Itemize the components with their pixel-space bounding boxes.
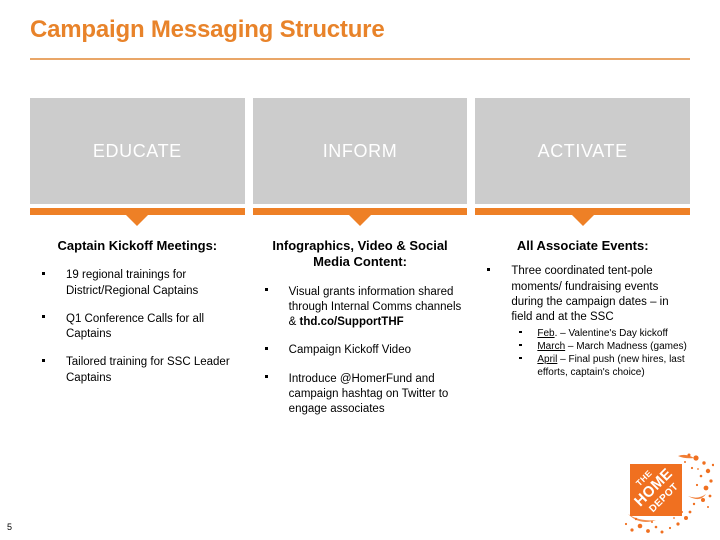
phase-band: EDUCATE INFORM ACTIVATE	[30, 98, 691, 226]
bullet-text: Campaign Kickoff Video	[288, 344, 411, 357]
bullet-text: Q1 Conference Calls for all Captains	[66, 312, 205, 341]
phase-arrow-educate	[126, 215, 149, 226]
list-item: 19 regional trainings for District/Regio…	[30, 268, 245, 299]
bullet-square-icon	[264, 375, 268, 379]
phase-cell-educate[interactable]: EDUCATE	[30, 98, 245, 226]
sub-bullet-month: Feb	[537, 328, 555, 340]
bullet-square-icon	[264, 287, 268, 291]
column-heading-inform: Infographics, Video & Social Media Conte…	[272, 238, 448, 270]
bullet-square-icon	[42, 271, 45, 275]
column-activate: All Associate Events: Three coordinated …	[475, 238, 690, 430]
list-item: Q1 Conference Calls for all Captains	[30, 312, 245, 343]
phase-bar-activate	[475, 208, 691, 215]
phase-bar-educate	[30, 208, 245, 215]
sub-bullet-text: – March Madness (games)	[565, 341, 687, 353]
list-item: April – Final push (new hires, last effo…	[511, 353, 690, 379]
phase-arrow-activate	[571, 215, 594, 226]
bullet-list-educate: 19 regional trainings for District/Regio…	[30, 268, 245, 386]
list-item: Introduce @HomerFund and campaign hashta…	[253, 372, 468, 418]
slide-canvas: Campaign Messaging Structure EDUCATE INF…	[0, 0, 720, 540]
phase-label-inform: INFORM	[322, 140, 398, 161]
bullet-text-link[interactable]: thd.co/SupportTHF	[300, 316, 404, 328]
bullet-square-icon	[519, 330, 522, 334]
page-number: 5	[7, 522, 13, 532]
sub-bullet-text: – Final push (new hires, last efforts, c…	[537, 354, 685, 379]
page-title: Campaign Messaging Structure	[30, 16, 385, 43]
phase-label-activate: ACTIVATE	[537, 140, 628, 161]
phase-arrow-inform	[349, 215, 371, 226]
bullet-text: 19 regional trainings for District/Regio…	[66, 269, 199, 297]
bullet-square-icon	[42, 315, 45, 319]
list-item: Tailored training for SSC Leader Captain…	[30, 355, 245, 386]
the-home-depot-logo: THE HOME DEPOT	[618, 452, 714, 538]
sub-bullet-month: March	[537, 341, 566, 353]
phase-cell-inform[interactable]: INFORM	[252, 98, 468, 226]
column-educate: Captain Kickoff Meetings: 19 regional tr…	[30, 238, 245, 430]
phase-bar-inform	[252, 208, 468, 215]
bullet-square-icon	[519, 343, 522, 347]
bullet-square-icon	[42, 358, 45, 362]
column-heading-educate: Captain Kickoff Meetings:	[57, 238, 218, 253]
phase-cell-activate[interactable]: ACTIVATE	[475, 98, 691, 226]
sub-bullet-list: Feb. – Valentine's Day kickoff March – M…	[511, 327, 690, 379]
bullet-square-icon	[487, 267, 491, 271]
bullet-text: Three coordinated tent-pole moments/ fun…	[511, 265, 669, 324]
bullet-text: Tailored training for SSC Leader Captain…	[66, 356, 230, 384]
bullet-square-icon	[264, 346, 268, 350]
list-item: Three coordinated tent-pole moments/ fun…	[475, 264, 690, 379]
bullet-list-activate: Three coordinated tent-pole moments/ fun…	[475, 264, 690, 379]
list-item: Visual grants information shared through…	[253, 285, 468, 331]
content-columns: Captain Kickoff Meetings: 19 regional tr…	[30, 238, 690, 430]
column-inform: Infographics, Video & Social Media Conte…	[253, 238, 468, 430]
column-heading-activate: All Associate Events:	[516, 238, 649, 253]
sub-bullet-month: April	[537, 354, 558, 366]
bullet-text: Introduce @HomerFund and campaign hashta…	[288, 372, 449, 416]
phase-label-educate: EDUCATE	[92, 140, 182, 161]
list-item: March – March Madness (games)	[511, 340, 690, 353]
bullet-list-inform: Visual grants information shared through…	[253, 285, 468, 418]
list-item: Campaign Kickoff Video	[253, 343, 468, 358]
title-divider	[30, 58, 690, 60]
list-item: Feb. – Valentine's Day kickoff	[511, 327, 690, 340]
bullet-square-icon	[519, 356, 522, 360]
sub-bullet-text: . – Valentine's Day kickoff	[554, 328, 668, 340]
